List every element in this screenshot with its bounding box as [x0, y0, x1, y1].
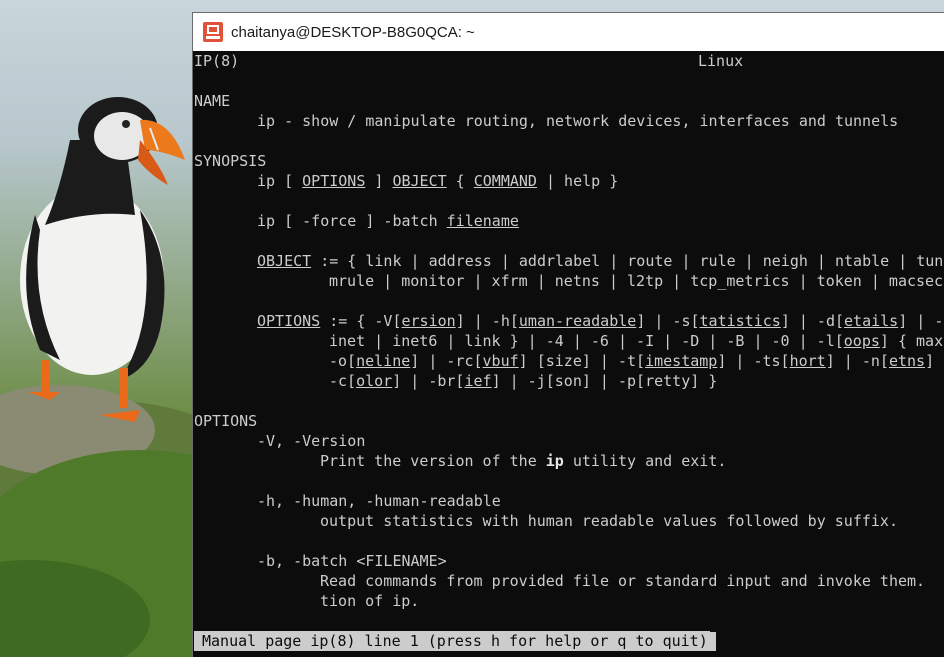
option-version: -V, -Version — [257, 432, 366, 450]
title-bar[interactable]: chaitanya@DESKTOP-B8G0QCA: ~ — [193, 13, 944, 51]
synopsis-object-line-cont: mrule | monitor | xfrm | netns | l2tp | … — [329, 272, 944, 290]
man-header-left: IP(8) — [194, 52, 240, 70]
man-header: IP(8) Linux — [194, 51, 743, 71]
section-options-heading: OPTIONS — [194, 412, 258, 430]
synopsis-options-line-2: inet | inet6 | link } | -4 | -6 | -I | -… — [329, 332, 944, 350]
text-cursor — [707, 632, 716, 651]
synopsis-line-2: ip [ -force ] -batch filename — [257, 212, 519, 230]
terminal-content[interactable]: IP(8) Linux NAME ip - show / manipulate r… — [193, 51, 944, 657]
synopsis-options-line-3: -o[neline] | -rc[vbuf] [size] | -t[imest… — [329, 352, 944, 370]
option-human-desc: output statistics with human readable va… — [320, 512, 898, 530]
synopsis-options-line: OPTIONS := { -V[ersion] | -h[uman-readab… — [257, 312, 944, 330]
man-header-center: Linux — [698, 52, 744, 70]
name-description: ip - show / manipulate routing, network … — [257, 112, 899, 130]
window-title: chaitanya@DESKTOP-B8G0QCA: ~ — [231, 23, 475, 41]
option-batch-desc-2: tion of ip. — [320, 592, 420, 610]
synopsis-options-line-4: -c[olor] | -br[ief] | -j[son] | -p[retty… — [329, 372, 718, 390]
option-batch-desc-1: Read commands from provided file or stan… — [320, 572, 944, 590]
option-version-desc: Print the version of the ip utility and … — [320, 452, 727, 470]
ubuntu-app-icon — [203, 22, 223, 42]
terminal-window[interactable]: chaitanya@DESKTOP-B8G0QCA: ~ IP(8) Linux … — [193, 13, 944, 657]
option-batch: -b, -batch <FILENAME> — [257, 552, 447, 570]
section-synopsis-heading: SYNOPSIS — [194, 152, 267, 170]
pager-status-bar: Manual page ip(8) line 1 (press h for he… — [194, 631, 710, 651]
option-human: -h, -human, -human-readable — [257, 492, 501, 510]
synopsis-object-line: OBJECT := { link | address | addrlabel |… — [257, 252, 944, 270]
synopsis-line-1: ip [ OPTIONS ] OBJECT { COMMAND | help } — [257, 172, 619, 190]
section-name-heading: NAME — [194, 92, 231, 110]
